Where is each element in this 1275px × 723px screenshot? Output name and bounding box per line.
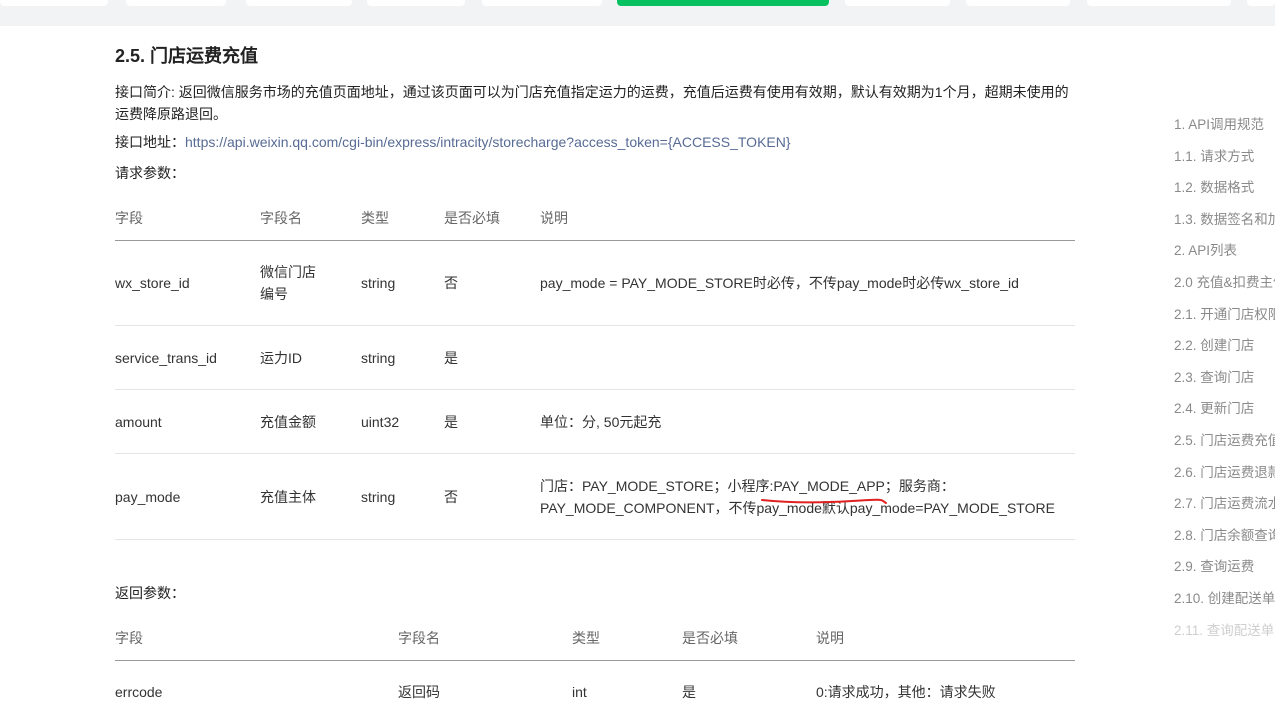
table-row: pay_mode 充值主体 string 否 门店：PAY_MODE_STORE… (115, 454, 1075, 540)
api-intro: 接口简介: 返回微信服务市场的充值页面地址，通过该页面可以为门店充值指定运力的运… (115, 81, 1075, 125)
cell-field: service_trans_id (115, 326, 260, 390)
cell-type: string (361, 241, 444, 326)
cell-field: errcode (115, 661, 398, 723)
table-row: amount 充值金额 uint32 是 单位：分, 50元起充 (115, 390, 1075, 454)
toc-item[interactable]: 1.1. 请求方式 (1174, 145, 1254, 165)
top-tab[interactable] (1087, 0, 1231, 6)
cell-required: 是 (444, 326, 540, 390)
header-field: 字段 (115, 196, 260, 241)
top-tab-active[interactable] (617, 0, 829, 6)
toc-item[interactable]: 2.5. 门店运费充值 (1174, 429, 1275, 449)
cell-required: 是 (682, 661, 816, 723)
cell-desc: pay_mode = PAY_MODE_STORE时必传，不传pay_mode时… (540, 241, 1075, 326)
toc-item[interactable]: 2.0 充值&扣费主体 (1174, 271, 1275, 291)
toc-item[interactable]: 2.4. 更新门店 (1174, 397, 1254, 417)
cell-name: 返回码 (398, 661, 572, 723)
table-row: errcode 返回码 int 是 0:请求成功，其他：请求失败 (115, 661, 1075, 723)
intro-text: 返回微信服务市场的充值页面地址，通过该页面可以为门店充值指定运力的运费，充值后运… (115, 84, 1069, 122)
intro-label: 接口简介: (115, 84, 175, 100)
top-tab-bar (0, 0, 1275, 26)
cell-desc: 单位：分, 50元起充 (540, 390, 1075, 454)
toc-item[interactable]: 1.3. 数据签名和加密 (1174, 208, 1275, 228)
cell-name: 充值主体 (260, 454, 361, 540)
address-label: 接口地址： (115, 134, 185, 150)
return-params-table: 字段 字段名 类型 是否必填 说明 errcode 返回码 int 是 0:请求… (115, 616, 1075, 723)
toc-item[interactable]: 2.11. 查询配送单 (1174, 619, 1274, 638)
toc-item[interactable]: 2.3. 查询门店 (1174, 366, 1254, 386)
top-tab[interactable] (246, 0, 352, 6)
toc-item[interactable]: 2.10. 创建配送单 (1174, 587, 1275, 607)
header-desc: 说明 (816, 616, 1075, 661)
cell-name: 微信门店编号 (260, 241, 361, 326)
toc-item[interactable]: 2. API列表 (1174, 239, 1237, 259)
cell-field: pay_mode (115, 454, 260, 540)
toc-item[interactable]: 2.9. 查询运费 (1174, 555, 1254, 575)
cell-desc: 门店：PAY_MODE_STORE；小程序:PAY_MODE_APP；服务商：P… (540, 454, 1075, 540)
header-desc: 说明 (540, 196, 1075, 241)
header-required: 是否必填 (682, 616, 816, 661)
table-of-contents: 1. API调用规范 1.1. 请求方式 1.2. 数据格式 1.3. 数据签名… (1174, 108, 1275, 638)
header-type: 类型 (572, 616, 682, 661)
toc-item[interactable]: 1. API调用规范 (1174, 113, 1264, 133)
top-tab[interactable] (966, 0, 1070, 6)
table-row: service_trans_id 运力ID string 是 (115, 326, 1075, 390)
toc-item[interactable]: 2.1. 开通门店权限 (1174, 303, 1275, 323)
section-title: 2.5. 门店运费充值 (115, 42, 258, 68)
cell-desc: 0:请求成功，其他：请求失败 (816, 661, 1075, 723)
top-tab[interactable] (1247, 0, 1275, 6)
top-tab[interactable] (0, 0, 108, 6)
cell-name: 充值金额 (260, 390, 361, 454)
table-row: wx_store_id 微信门店编号 string 否 pay_mode = P… (115, 241, 1075, 326)
header-name: 字段名 (398, 616, 572, 661)
toc-item[interactable]: 2.2. 创建门店 (1174, 334, 1254, 354)
top-tab[interactable] (482, 0, 602, 6)
api-address: 接口地址：https://api.weixin.qq.com/cgi-bin/e… (115, 132, 791, 152)
top-tab[interactable] (367, 0, 465, 6)
request-params-label: 请求参数： (115, 163, 185, 183)
request-params-table: 字段 字段名 类型 是否必填 说明 wx_store_id 微信门店编号 str… (115, 196, 1075, 540)
cell-type: string (361, 454, 444, 540)
header-name: 字段名 (260, 196, 361, 241)
table-header-row: 字段 字段名 类型 是否必填 说明 (115, 616, 1075, 661)
cell-field: wx_store_id (115, 241, 260, 326)
cell-type: int (572, 661, 682, 723)
header-required: 是否必填 (444, 196, 540, 241)
top-tab[interactable] (126, 0, 226, 6)
header-field: 字段 (115, 616, 398, 661)
toc-item[interactable]: 2.8. 门店余额查询 (1174, 524, 1275, 544)
cell-field: amount (115, 390, 260, 454)
cell-type: uint32 (361, 390, 444, 454)
top-tab[interactable] (845, 0, 950, 6)
cell-type: string (361, 326, 444, 390)
cell-required: 否 (444, 241, 540, 326)
header-type: 类型 (361, 196, 444, 241)
cell-required: 否 (444, 454, 540, 540)
cell-desc (540, 326, 1075, 390)
cell-required: 是 (444, 390, 540, 454)
cell-name: 运力ID (260, 326, 361, 390)
api-url-link[interactable]: https://api.weixin.qq.com/cgi-bin/expres… (185, 134, 791, 150)
table-header-row: 字段 字段名 类型 是否必填 说明 (115, 196, 1075, 241)
toc-item[interactable]: 2.6. 门店运费退款 (1174, 461, 1275, 481)
toc-item[interactable]: 2.7. 门店运费流水 (1174, 492, 1275, 512)
toc-item[interactable]: 1.2. 数据格式 (1174, 176, 1254, 196)
return-params-label: 返回参数： (115, 583, 185, 603)
